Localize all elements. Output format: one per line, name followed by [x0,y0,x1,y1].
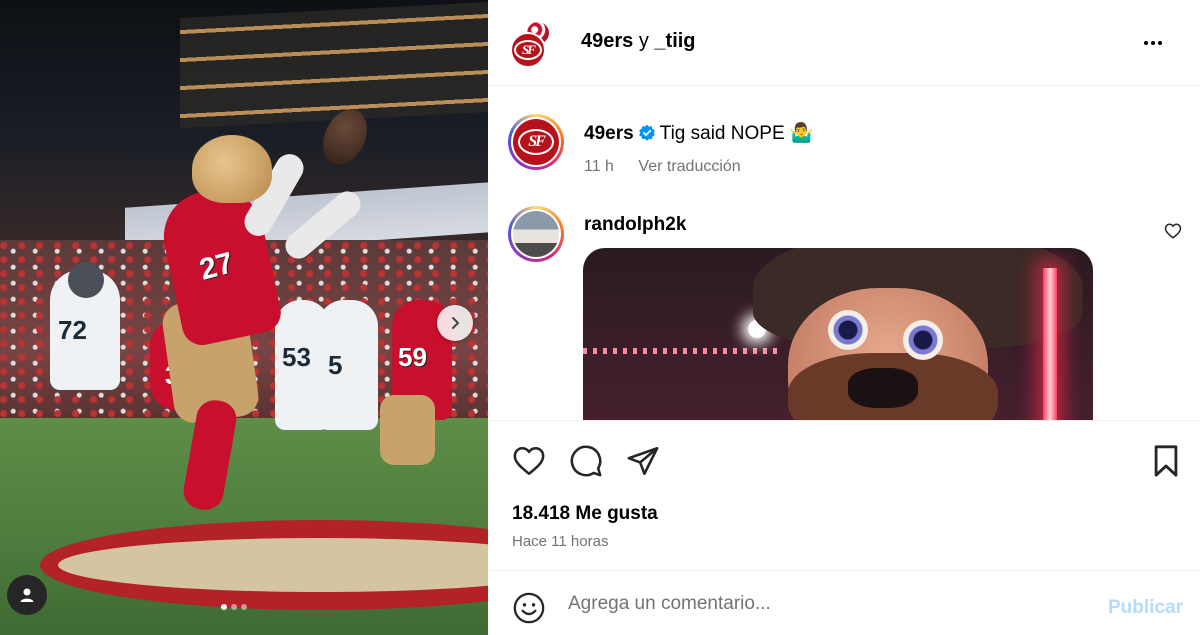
bookmark-icon [1154,445,1178,477]
commenter-avatar[interactable] [508,206,564,262]
caption: 49ers Tig said NOPE 🤷‍♂️ [584,123,814,145]
publish-button[interactable]: Publicar [1108,597,1183,619]
caption-avatar[interactable]: SF [508,114,564,170]
post-authors: 49ers y _tiig [581,30,696,53]
caption-meta: 11 h Ver traducción [584,158,741,176]
heart-icon [1164,223,1182,239]
sf-logo: SF [518,129,554,155]
carousel-indicator [221,604,247,610]
jersey-number: 59 [398,342,427,372]
caption-time[interactable]: 11 h [584,158,614,175]
jersey-number: 5 [328,350,343,380]
collab-avatars[interactable]: SF [510,20,551,68]
caption-username[interactable]: 49ers [584,123,634,144]
heart-icon [513,446,545,476]
add-comment-bar: Publicar [488,570,1200,635]
like-button[interactable] [511,443,547,479]
carousel-dot [241,604,247,610]
post-detail-panel: SF 49ers y _tiig SF 49ers Tig said NOPE 🤷… [488,0,1200,635]
authors-connector: y [638,30,649,52]
receiver-helmet [192,135,272,203]
smiley-icon [513,592,545,624]
comment-input[interactable] [568,585,1088,623]
more-options-button[interactable] [1138,31,1168,55]
comment-gif[interactable] [583,248,1093,420]
sf-logo: SF [514,40,542,60]
caption-text: Tig said NOPE [659,123,785,144]
post-header: SF 49ers y _tiig [488,0,1200,86]
carousel-dot-active [221,604,227,610]
chevron-right-icon [452,317,459,329]
comment-like-button[interactable] [1164,222,1182,245]
more-options-icon [1144,41,1148,45]
panthers-helmet [68,262,104,298]
paper-plane-icon [627,446,659,476]
jersey-number: 53 [282,342,311,372]
carousel-next-button[interactable] [437,305,473,341]
niners-pants [380,395,435,465]
likes-count[interactable]: 18.418 Me gusta [512,503,658,525]
carousel-dot [231,604,237,610]
save-button[interactable] [1148,443,1184,479]
panthers-player [318,300,378,430]
stadium-stands [180,1,488,129]
emoji-picker-button[interactable] [512,591,546,630]
user-tags-button[interactable] [7,575,47,615]
jersey-number: 72 [58,315,87,345]
verified-badge-icon [638,124,655,141]
share-button[interactable] [625,443,661,479]
collaborator-username-link[interactable]: _tiig [654,30,695,52]
user-tag-icon [20,588,34,602]
comment-button[interactable] [568,443,604,479]
post-media-image[interactable]: 72 33 53 5 59 27 [0,0,488,635]
caption-emoji: 🤷‍♂️ [789,123,814,144]
owner-avatar[interactable]: SF [510,32,546,68]
comments-section[interactable]: SF 49ers Tig said NOPE 🤷‍♂️ 11 h Ver trad… [488,86,1200,420]
owner-username-link[interactable]: 49ers [581,30,633,52]
translate-link[interactable]: Ver traducción [638,158,740,175]
comment-bubble-icon [570,445,602,477]
commenter-username[interactable]: randolph2k [584,214,686,236]
post-timestamp[interactable]: Hace 11 horas [512,533,608,550]
post-actions: 18.418 Me gusta Hace 11 horas [488,420,1200,570]
